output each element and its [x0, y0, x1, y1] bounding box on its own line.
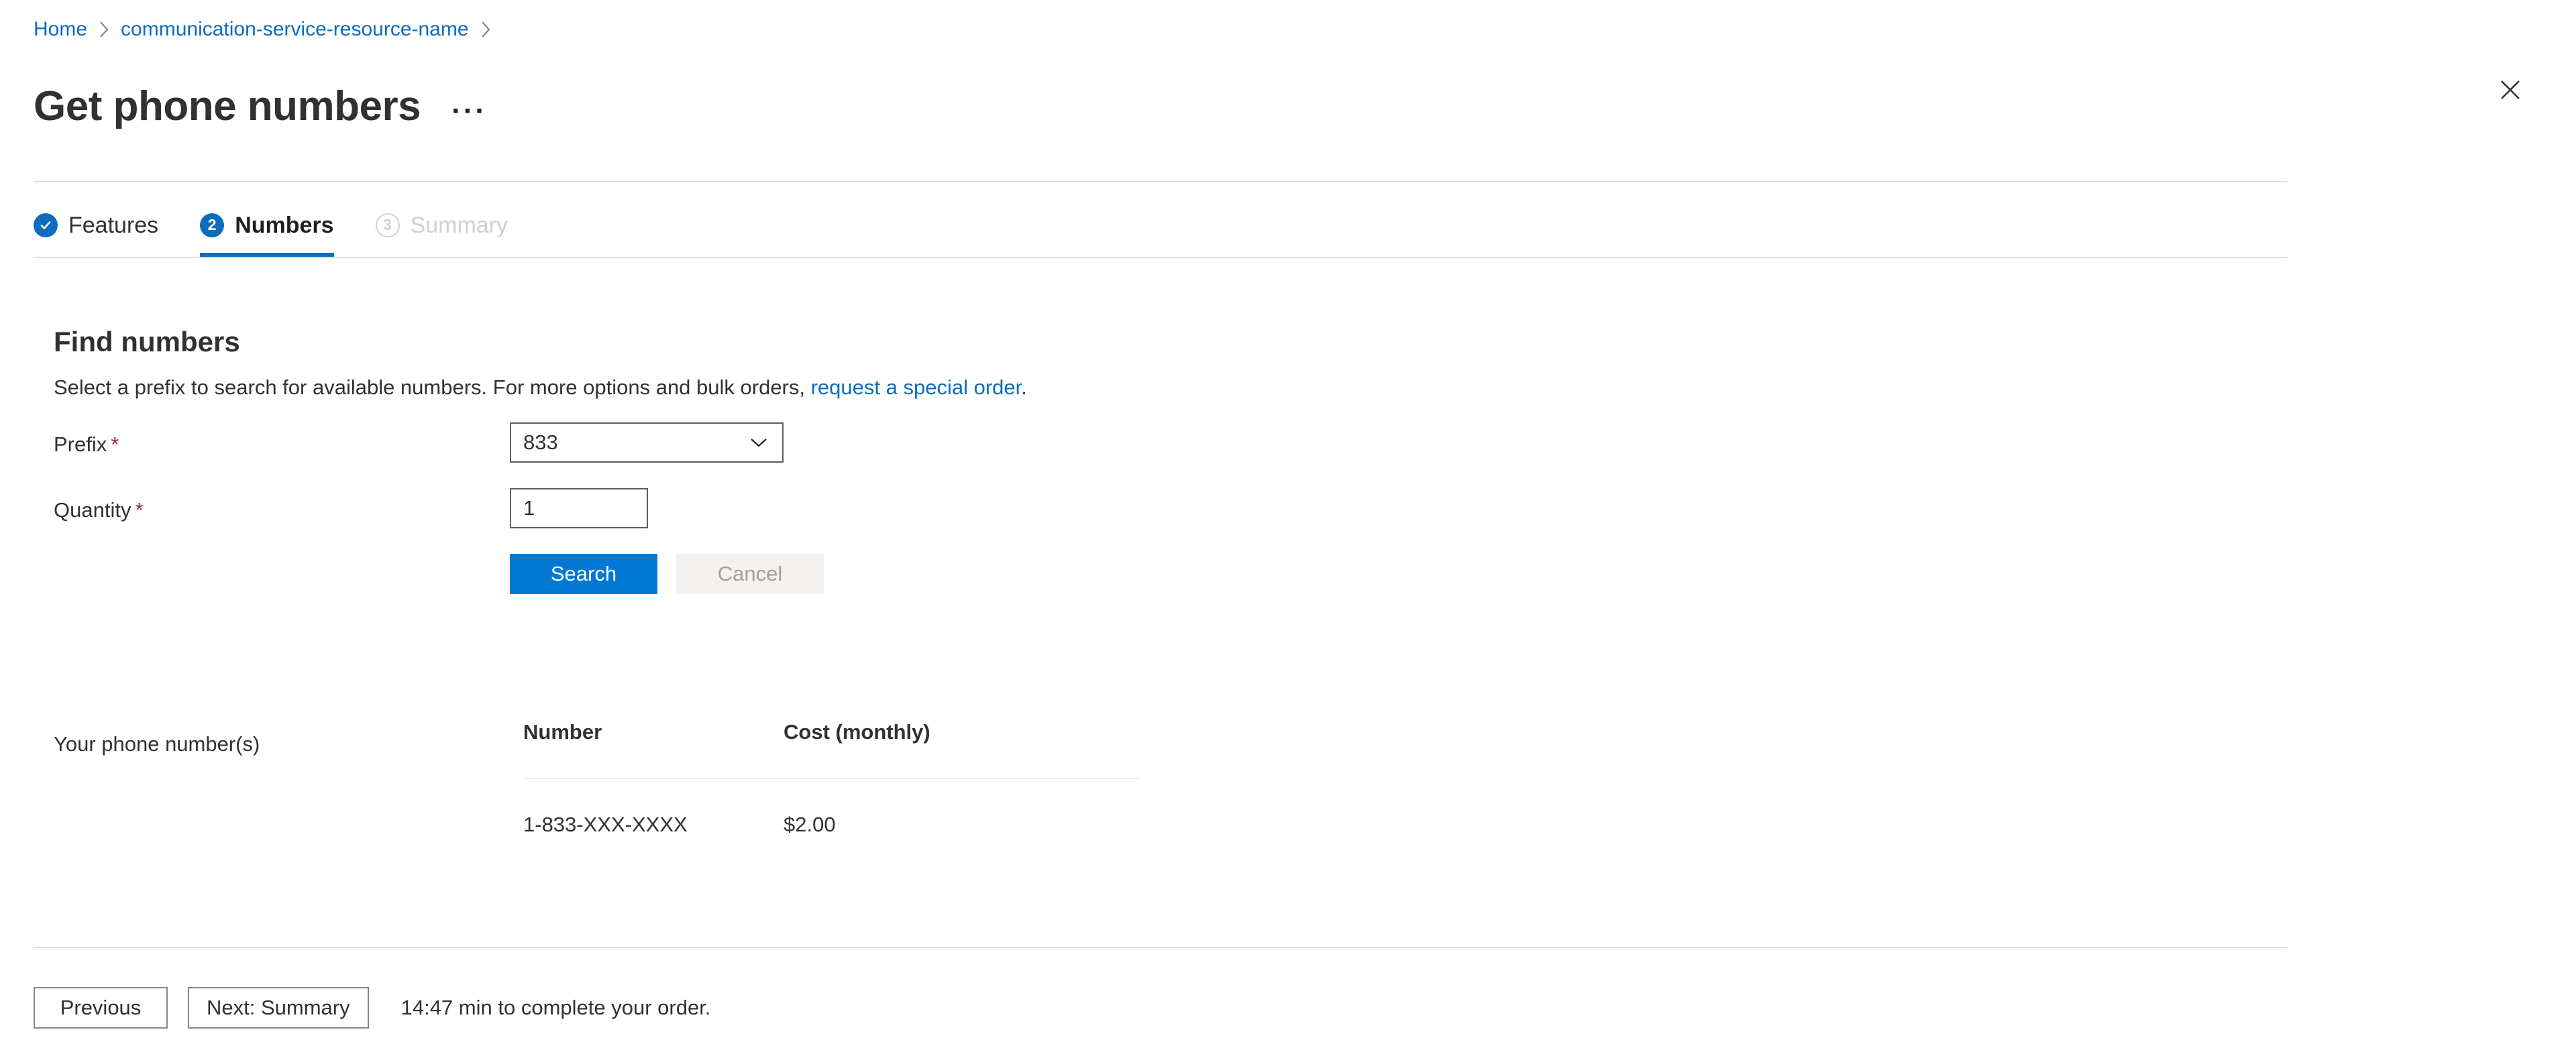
wizard-tabs: Features 2 Numbers 3 Summary: [34, 193, 549, 257]
breadcrumb: Home communication-service-resource-name: [34, 17, 502, 42]
prefix-label-text: Prefix: [54, 432, 107, 456]
tab-numbers-badge: 2: [200, 213, 225, 237]
tab-summary: 3 Summary: [375, 193, 525, 257]
results-label: Your phone number(s): [54, 732, 260, 756]
breadcrumb-item-home[interactable]: Home: [34, 17, 87, 42]
quantity-input[interactable]: 1: [510, 488, 648, 528]
prefix-select[interactable]: 833: [510, 422, 784, 463]
check-circle-icon: [34, 213, 58, 237]
quantity-row: Quantity * 1: [54, 488, 1798, 528]
special-order-link[interactable]: request a special order: [811, 375, 1022, 399]
cell-number: 1-833-XXX-XXXX: [523, 813, 688, 836]
divider-footer: [34, 947, 2288, 948]
cell-cost: $2.00: [784, 813, 836, 836]
cancel-button: Cancel: [676, 554, 824, 594]
prefix-label: Prefix *: [54, 422, 510, 459]
next-summary-button[interactable]: Next: Summary: [188, 987, 369, 1029]
column-header-cost: Cost (monthly): [784, 720, 930, 744]
tab-features-label: Features: [68, 212, 159, 238]
chevron-right-icon: [98, 19, 110, 40]
prefix-row: Prefix * 833: [54, 422, 1798, 463]
divider-top: [34, 181, 2288, 182]
quantity-value: 1: [523, 496, 535, 520]
wizard-footer: Previous Next: Summary 14:47 min to comp…: [34, 987, 710, 1029]
more-menu-icon[interactable]: ···: [447, 96, 491, 125]
form-actions: Search Cancel: [510, 554, 1798, 594]
section-description-suffix: .: [1021, 375, 1027, 399]
tab-summary-badge: 3: [375, 213, 400, 237]
prefix-selected-value: 833: [523, 430, 558, 454]
get-phone-numbers-wizard: Home communication-service-resource-name…: [0, 0, 2576, 1042]
previous-button[interactable]: Previous: [34, 987, 168, 1029]
table-header-row: Number Cost (monthly): [523, 719, 1140, 779]
quantity-label-text: Quantity: [54, 498, 131, 522]
chevron-right-icon-2: [480, 19, 492, 40]
tab-numbers-label: Numbers: [235, 212, 334, 238]
find-numbers-form: Prefix * 833 Quantity * 1 Search Cancel: [54, 422, 1798, 594]
title-row: Get phone numbers ···: [34, 54, 491, 159]
quantity-label: Quantity *: [54, 488, 510, 524]
close-icon[interactable]: [2490, 70, 2530, 110]
section-title: Find numbers: [54, 325, 240, 357]
phone-numbers-table: Number Cost (monthly) 1-833-XXX-XXXX $2.…: [523, 719, 1140, 838]
divider-tabs: [34, 257, 2288, 258]
quantity-required-mark: *: [135, 498, 144, 522]
prefix-required-mark: *: [111, 432, 119, 456]
section-description-text: Select a prefix to search for available …: [54, 375, 811, 399]
tab-summary-label: Summary: [410, 212, 508, 238]
order-timer-note: 14:47 min to complete your order.: [400, 996, 711, 1019]
section-description: Select a prefix to search for available …: [54, 374, 1027, 401]
breadcrumb-item-resource[interactable]: communication-service-resource-name: [121, 17, 469, 42]
page-title: Get phone numbers: [34, 82, 421, 129]
tab-features[interactable]: Features: [34, 193, 176, 257]
column-header-number: Number: [523, 720, 602, 744]
search-button[interactable]: Search: [510, 554, 657, 594]
table-row: 1-833-XXX-XXXX $2.00: [523, 779, 1140, 838]
tab-numbers[interactable]: 2 Numbers: [200, 193, 351, 257]
chevron-down-icon: [749, 436, 769, 449]
